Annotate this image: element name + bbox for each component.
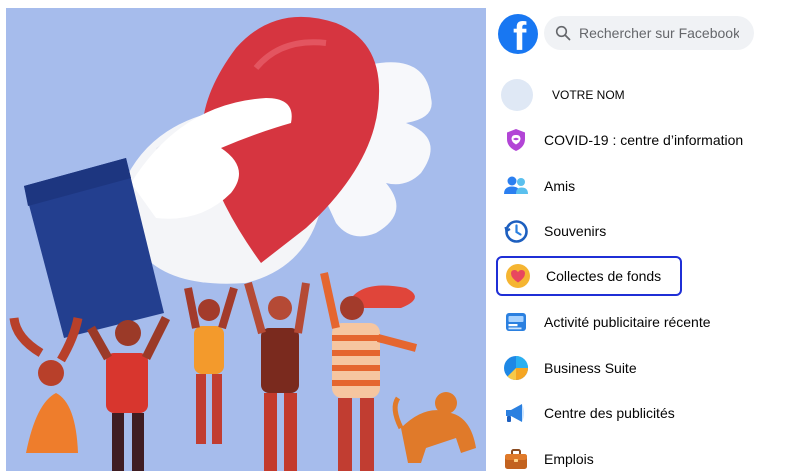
- fundraiser-heart-icon: [506, 264, 530, 288]
- profile-name: VOTRE NOM: [552, 88, 625, 102]
- menu-item-label: Activité publicitaire récente: [544, 314, 711, 330]
- menu-item-ad-activity[interactable]: Activité publicitaire récente: [496, 302, 711, 342]
- profile-row[interactable]: VOTRE NOM: [501, 79, 625, 111]
- menu-item-covid[interactable]: COVID-19 : centre d’information: [496, 120, 743, 160]
- megaphone-icon: [506, 404, 524, 422]
- search-input[interactable]: [579, 25, 739, 41]
- menu-item-label: COVID-19 : centre d’information: [544, 132, 744, 148]
- briefcase-icon: [505, 449, 527, 469]
- facebook-logo-icon[interactable]: f: [498, 14, 538, 54]
- menu-item-label: Centre des publicités: [544, 405, 675, 421]
- menu-item-memories[interactable]: Souvenirs: [496, 211, 684, 251]
- fundraiser-illustration-art: [9, 16, 476, 471]
- menu-item-friends[interactable]: Amis: [496, 166, 684, 206]
- menu-item-label: Souvenirs: [544, 223, 607, 239]
- menu-item-label: Business Suite: [544, 360, 637, 376]
- facebook-menu-panel: f VOTRE NOM COVID-19 : centre d’informat…: [490, 0, 796, 471]
- friends-icon: [504, 176, 528, 194]
- business-suite-icon: [504, 356, 528, 381]
- menu-item-business-suite[interactable]: Business Suite: [496, 348, 684, 388]
- facebook-logo-glyph: f: [513, 15, 527, 54]
- ad-activity-icon: [506, 313, 526, 331]
- menu-item-label: Amis: [544, 178, 576, 194]
- menu-item-label: Collectes de fonds: [546, 268, 662, 284]
- menu-item-label: Emplois: [544, 451, 594, 467]
- menu-item-ads-center[interactable]: Centre des publicités: [496, 393, 684, 433]
- avatar: [501, 79, 533, 111]
- memories-clock-icon: [504, 220, 528, 243]
- search-icon: [555, 25, 571, 41]
- fundraiser-illustration: [6, 8, 486, 471]
- covid-shield-icon: [507, 129, 525, 151]
- menu-item-jobs[interactable]: Emplois: [496, 439, 684, 471]
- search-bar[interactable]: [544, 16, 754, 50]
- menu-item-fundraisers[interactable]: Collectes de fonds: [496, 256, 682, 296]
